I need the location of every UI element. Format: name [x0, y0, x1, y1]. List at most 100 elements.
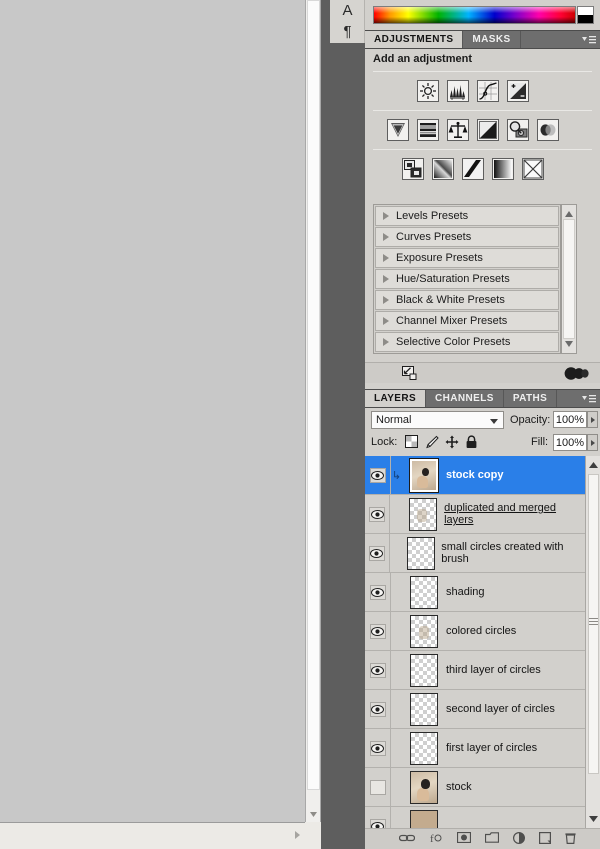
- layer-thumbnail-cell[interactable]: [402, 614, 446, 648]
- layer-thumbnail-cell[interactable]: [402, 809, 446, 828]
- scroll-down-arrow-icon[interactable]: [308, 809, 319, 820]
- brightness-contrast-icon[interactable]: [417, 80, 439, 102]
- layer-name[interactable]: third layer of circles: [446, 664, 541, 676]
- lock-position-icon[interactable]: [445, 435, 459, 449]
- table-row[interactable]: ↳ stock copy: [365, 456, 585, 495]
- preset-item[interactable]: Hue/Saturation Presets: [375, 269, 559, 289]
- layer-thumbnail[interactable]: [410, 770, 438, 804]
- layer-visibility-cell[interactable]: [365, 767, 391, 807]
- eye-icon[interactable]: [369, 818, 386, 828]
- channel-mixer-icon[interactable]: [537, 119, 559, 141]
- opacity-input[interactable]: 100%: [553, 411, 587, 428]
- color-spectrum-ramp[interactable]: [373, 6, 576, 24]
- layer-name[interactable]: stock copy: [446, 469, 503, 481]
- layer-thumbnail[interactable]: [410, 692, 438, 726]
- layer-visibility-cell[interactable]: [365, 611, 391, 651]
- layer-thumbnail[interactable]: [410, 809, 438, 828]
- layers-scrollbar[interactable]: [585, 456, 600, 828]
- tab-adjustments[interactable]: ADJUSTMENTS: [365, 31, 464, 48]
- layer-visibility-cell[interactable]: [365, 456, 391, 495]
- presets-scroll-down-icon[interactable]: [565, 338, 573, 350]
- preset-item[interactable]: Black & White Presets: [375, 290, 559, 310]
- table-row[interactable]: [365, 806, 585, 828]
- layer-visibility-cell[interactable]: [365, 728, 391, 768]
- delete-layer-icon[interactable]: [565, 832, 576, 847]
- lock-transparent-pixels-icon[interactable]: [405, 435, 419, 449]
- layer-mask-icon[interactable]: [456, 831, 472, 846]
- layer-visibility-cell[interactable]: [365, 572, 391, 612]
- eye-icon[interactable]: [369, 506, 386, 522]
- preset-item[interactable]: Exposure Presets: [375, 248, 559, 268]
- layer-name[interactable]: first layer of circles: [446, 742, 537, 754]
- layer-thumbnail-cell[interactable]: [402, 575, 446, 609]
- vertical-scroll-thumb[interactable]: [307, 0, 320, 790]
- scroll-right-arrow-icon[interactable]: [291, 829, 303, 841]
- tab-masks[interactable]: MASKS: [463, 31, 521, 48]
- layer-name[interactable]: second layer of circles: [446, 703, 555, 715]
- panel-menu-icon[interactable]: [578, 31, 600, 48]
- layer-thumbnail[interactable]: [406, 536, 435, 570]
- selective-color-icon[interactable]: [522, 158, 544, 180]
- hue-saturation-icon[interactable]: [417, 119, 439, 141]
- layer-thumbnail-cell[interactable]: [401, 497, 444, 531]
- paragraph-panel-icon[interactable]: ¶: [330, 21, 365, 42]
- new-adjustment-icon[interactable]: [512, 831, 526, 847]
- black-white-swatch[interactable]: [577, 6, 594, 24]
- layer-visibility-cell[interactable]: [365, 689, 391, 729]
- tab-layers[interactable]: LAYERS: [365, 390, 427, 407]
- preview-toggle-icon[interactable]: [564, 367, 590, 383]
- table-row[interactable]: first layer of circles: [365, 728, 585, 768]
- fill-input[interactable]: 100%: [553, 434, 587, 451]
- layer-thumbnail[interactable]: [410, 614, 438, 648]
- layers-panel-menu-icon[interactable]: [578, 390, 600, 407]
- new-group-icon[interactable]: [484, 832, 500, 846]
- curves-icon[interactable]: [477, 80, 499, 102]
- gradient-map-icon[interactable]: [492, 158, 514, 180]
- table-row[interactable]: second layer of circles: [365, 689, 585, 729]
- preset-item[interactable]: Curves Presets: [375, 227, 559, 247]
- layer-visibility-cell[interactable]: [365, 650, 391, 690]
- layer-thumbnail-cell[interactable]: [400, 536, 441, 570]
- layer-thumbnail-cell[interactable]: [402, 692, 446, 726]
- levels-icon[interactable]: [447, 80, 469, 102]
- eye-icon[interactable]: [369, 740, 386, 756]
- layer-style-icon[interactable]: f: [429, 832, 443, 847]
- presets-scroll-thumb[interactable]: [563, 219, 575, 339]
- preset-item[interactable]: Channel Mixer Presets: [375, 311, 559, 331]
- presets-scrollbar[interactable]: [561, 204, 577, 354]
- opacity-stepper[interactable]: [587, 411, 598, 428]
- preset-item[interactable]: Levels Presets: [375, 206, 559, 226]
- exposure-icon[interactable]: [507, 80, 529, 102]
- table-row[interactable]: stock: [365, 767, 585, 807]
- threshold-icon[interactable]: [462, 158, 484, 180]
- layer-thumbnail[interactable]: [409, 457, 439, 493]
- tab-channels[interactable]: CHANNELS: [426, 390, 504, 407]
- photo-filter-icon[interactable]: [507, 119, 529, 141]
- link-layers-icon[interactable]: [398, 833, 416, 846]
- layers-list[interactable]: ↳ stock copy duplicated and merged layers s…: [365, 456, 585, 828]
- table-row[interactable]: third layer of circles: [365, 650, 585, 690]
- lock-all-icon[interactable]: [465, 435, 479, 449]
- table-row[interactable]: duplicated and merged layers: [365, 494, 585, 534]
- layer-visibility-cell[interactable]: [365, 494, 391, 534]
- tab-paths[interactable]: PATHS: [503, 390, 558, 407]
- new-layer-icon[interactable]: [539, 831, 552, 847]
- table-row[interactable]: small circles created with brush: [365, 533, 585, 573]
- layer-thumbnail-cell[interactable]: [402, 731, 446, 765]
- invert-icon[interactable]: [402, 158, 424, 180]
- document-canvas[interactable]: [0, 0, 305, 822]
- eye-icon[interactable]: [369, 623, 386, 639]
- eye-off-icon[interactable]: [369, 779, 386, 795]
- table-row[interactable]: colored circles: [365, 611, 585, 651]
- layer-thumbnail[interactable]: [410, 575, 438, 609]
- character-panel-icon[interactable]: A: [330, 0, 365, 21]
- layer-name[interactable]: small circles created with brush: [441, 541, 585, 565]
- layer-thumbnail[interactable]: [410, 731, 438, 765]
- eye-icon[interactable]: [369, 662, 386, 678]
- vibrance-icon[interactable]: [387, 119, 409, 141]
- layer-thumbnail[interactable]: [410, 653, 438, 687]
- layer-name[interactable]: shading: [446, 586, 485, 598]
- layer-name[interactable]: duplicated and merged layers: [444, 502, 585, 526]
- layer-visibility-cell[interactable]: [365, 806, 391, 828]
- eye-icon[interactable]: [369, 584, 386, 600]
